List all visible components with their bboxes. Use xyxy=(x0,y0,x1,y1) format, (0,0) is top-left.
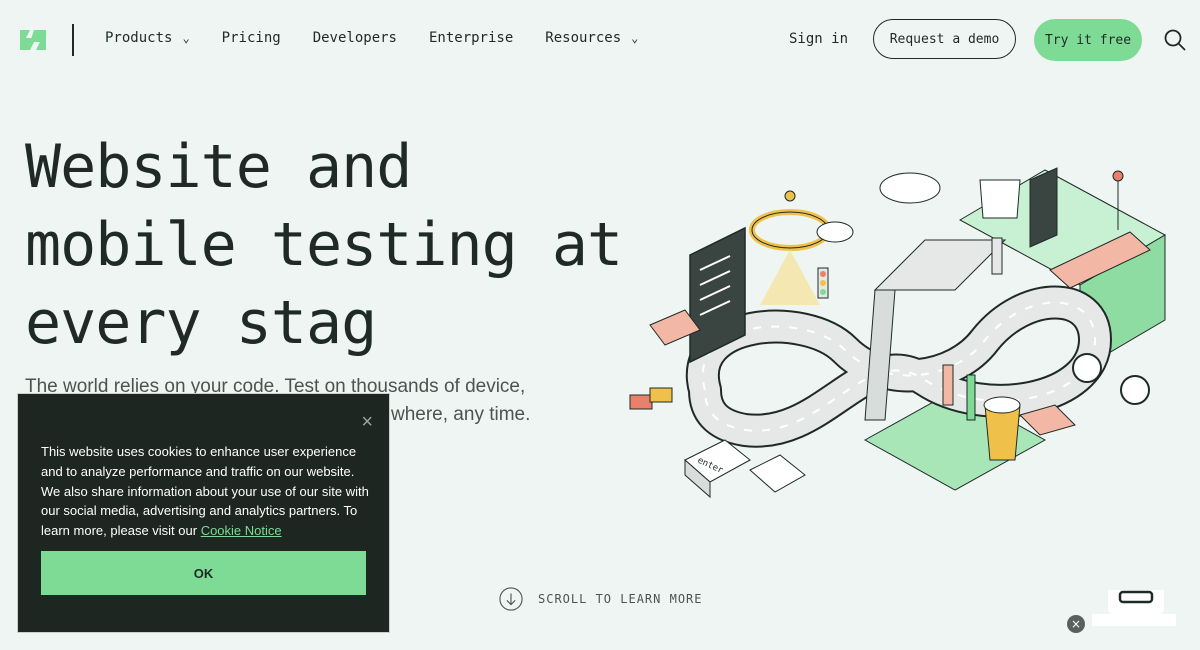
nav-products[interactable]: Products ⌄ xyxy=(105,30,190,46)
hero-title-line: Website and xyxy=(25,132,412,202)
nav-developers-label: Developers xyxy=(312,30,397,46)
main-nav: Products ⌄ Pricing Developers Enterprise… xyxy=(105,30,670,46)
chat-widget[interactable] xyxy=(1108,590,1164,614)
arrow-down-circle-icon xyxy=(499,587,523,611)
hero-title-line: mobile testing at xyxy=(25,210,623,280)
nav-resources[interactable]: Resources ⌄ xyxy=(545,30,638,46)
request-demo-button[interactable]: Request a demo xyxy=(873,19,1016,59)
chevron-double-down-icon: ⌄ xyxy=(182,31,190,45)
site-header: Products ⌄ Pricing Developers Enterprise… xyxy=(0,0,1200,80)
scroll-to-learn-more[interactable]: SCROLL TO LEARN MORE xyxy=(499,587,703,611)
chat-widget-strip xyxy=(1092,614,1176,626)
hero-illustration: enter xyxy=(629,167,1167,499)
nav-products-label: Products xyxy=(105,30,173,46)
cookie-banner: × This website uses cookies to enhance u… xyxy=(17,393,390,633)
cookie-ok-button[interactable]: OK xyxy=(41,551,366,595)
nav-resources-label: Resources xyxy=(545,30,622,46)
nav-developers[interactable]: Developers xyxy=(313,30,397,46)
sign-in-link[interactable]: Sign in xyxy=(789,31,848,47)
hero-subtitle-line: where, any time. xyxy=(391,404,531,425)
hero-title-line: every stag xyxy=(25,288,377,358)
try-free-button[interactable]: Try it free xyxy=(1034,19,1142,61)
nav-enterprise-label: Enterprise xyxy=(428,30,514,46)
logo-divider xyxy=(72,24,74,56)
scroll-label: SCROLL TO LEARN MORE xyxy=(538,592,703,606)
cookie-text: This website uses cookies to enhance use… xyxy=(41,442,371,541)
nav-pricing[interactable]: Pricing xyxy=(222,30,281,46)
nav-enterprise[interactable]: Enterprise xyxy=(429,30,513,46)
search-icon[interactable] xyxy=(1164,29,1186,51)
chat-widget-icon xyxy=(1118,590,1154,604)
brand-logo-icon[interactable] xyxy=(16,24,50,56)
hero-title: Website and mobile testing at every stag xyxy=(25,128,625,362)
chevron-double-down-icon: ⌄ xyxy=(631,31,639,45)
close-icon[interactable]: × xyxy=(1067,615,1085,633)
nav-pricing-label: Pricing xyxy=(221,30,281,46)
cookie-notice-link[interactable]: Cookie Notice xyxy=(201,523,282,538)
close-icon[interactable]: × xyxy=(361,412,373,432)
